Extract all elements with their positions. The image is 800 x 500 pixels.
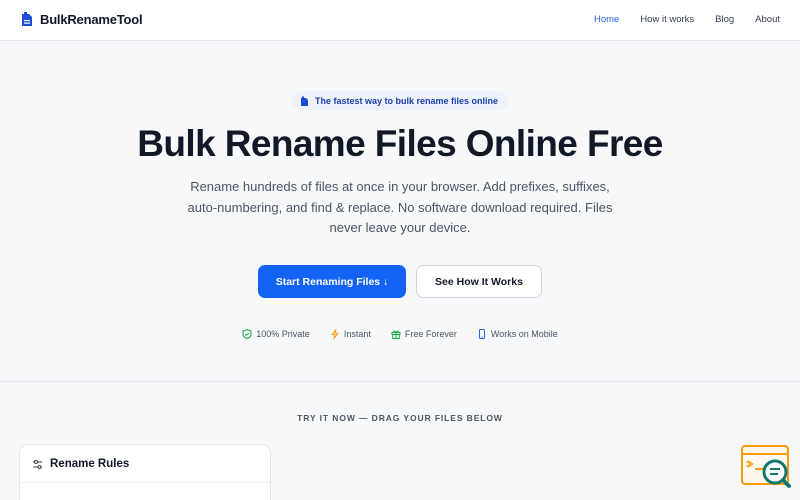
nav-link-blog[interactable]: Blog bbox=[715, 14, 734, 25]
feature-mobile: Works on Mobile bbox=[477, 329, 558, 339]
nav-link-home[interactable]: Home bbox=[594, 14, 619, 25]
feature-label: Works on Mobile bbox=[490, 329, 558, 339]
feature-instant: Instant bbox=[330, 329, 371, 339]
phone-icon bbox=[478, 329, 485, 339]
feature-label: Instant bbox=[343, 329, 371, 339]
lightning-icon bbox=[331, 329, 339, 339]
start-renaming-button[interactable]: Start Renaming Files ↓ bbox=[258, 265, 406, 298]
nav-links: Home How it works Blog About bbox=[594, 14, 780, 25]
rename-rules-card: Rename Rules bbox=[19, 444, 271, 500]
tagline-text: The fastest way to bulk rename files onl… bbox=[315, 95, 499, 106]
sliders-icon bbox=[33, 459, 42, 469]
gift-icon bbox=[391, 330, 401, 339]
brand-name: BulkRenameTool bbox=[40, 11, 143, 27]
shield-check-icon bbox=[242, 329, 252, 339]
document-icon bbox=[22, 12, 32, 26]
page-title: Bulk Rename Files Online Free bbox=[137, 123, 663, 164]
see-how-it-works-button[interactable]: See How It Works bbox=[416, 265, 542, 298]
feature-label: Free Forever bbox=[404, 329, 457, 339]
feature-private: 100% Private bbox=[242, 329, 310, 339]
hero-subtitle: Rename hundreds of files at once in your… bbox=[187, 179, 613, 235]
code-search-icon bbox=[741, 445, 791, 488]
tagline-pill: The fastest way to bulk rename files onl… bbox=[292, 91, 509, 110]
top-navbar: BulkRenameTool Home How it works Blog Ab… bbox=[0, 0, 800, 41]
document-icon bbox=[301, 96, 308, 106]
search-widget-icon[interactable] bbox=[740, 444, 792, 490]
nav-link-about[interactable]: About bbox=[755, 14, 780, 25]
feature-label: 100% Private bbox=[256, 329, 310, 339]
feature-list: 100% Private Instant Free Forever Works … bbox=[0, 329, 800, 339]
card-header: Rename Rules bbox=[20, 445, 270, 483]
brand-logo[interactable]: BulkRenameTool bbox=[20, 11, 143, 27]
card-title: Rename Rules bbox=[50, 458, 130, 470]
try-it-label: TRY IT NOW — DRAG YOUR FILES BELOW bbox=[297, 413, 503, 423]
hero-section: The fastest way to bulk rename files onl… bbox=[0, 41, 800, 382]
nav-link-how-it-works[interactable]: How it works bbox=[640, 14, 694, 25]
feature-free: Free Forever bbox=[391, 329, 457, 339]
